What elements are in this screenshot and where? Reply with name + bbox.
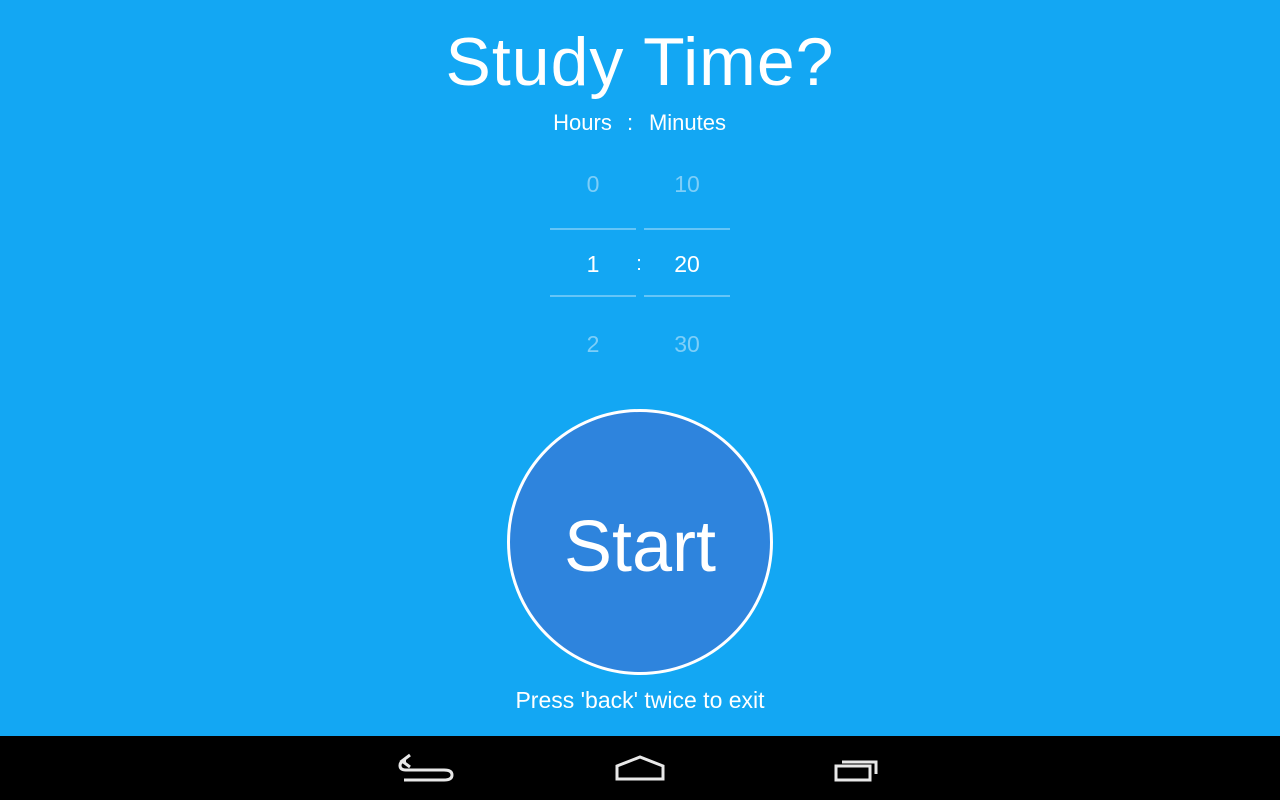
hours-picker[interactable]: 0 1 2 (550, 150, 636, 380)
picker-divider (550, 228, 636, 230)
system-navigation-bar (0, 736, 1280, 800)
picker-divider (550, 295, 636, 297)
screen: Study Time? Hours : Minutes 0 1 2 : 10 2… (0, 0, 1280, 800)
home-button[interactable] (600, 744, 680, 792)
recent-apps-icon (834, 760, 878, 782)
hours-header: Hours (553, 110, 612, 135)
exit-hint: Press 'back' twice to exit (515, 687, 765, 713)
page-title: Study Time? (445, 24, 835, 100)
minutes-picker[interactable]: 10 20 30 (644, 150, 730, 380)
start-button[interactable]: Start (507, 409, 773, 675)
back-icon (398, 753, 454, 782)
recent-apps-button[interactable] (818, 744, 898, 792)
picker-divider (644, 228, 730, 230)
hours-current-value[interactable]: 1 (550, 250, 636, 278)
hours-next-value[interactable]: 2 (550, 330, 636, 358)
back-button[interactable] (384, 744, 464, 792)
header-separator: : (626, 110, 634, 135)
minutes-next-value[interactable]: 30 (644, 330, 730, 358)
minutes-current-value[interactable]: 20 (644, 250, 730, 278)
picker-divider (644, 295, 730, 297)
home-icon (615, 755, 665, 781)
hours-prev-value[interactable]: 0 (550, 170, 636, 198)
app-content: Study Time? Hours : Minutes 0 1 2 : 10 2… (0, 0, 1280, 736)
minutes-header: Minutes (648, 110, 727, 135)
start-button-label: Start (563, 507, 717, 587)
minutes-prev-value[interactable]: 10 (644, 170, 730, 198)
